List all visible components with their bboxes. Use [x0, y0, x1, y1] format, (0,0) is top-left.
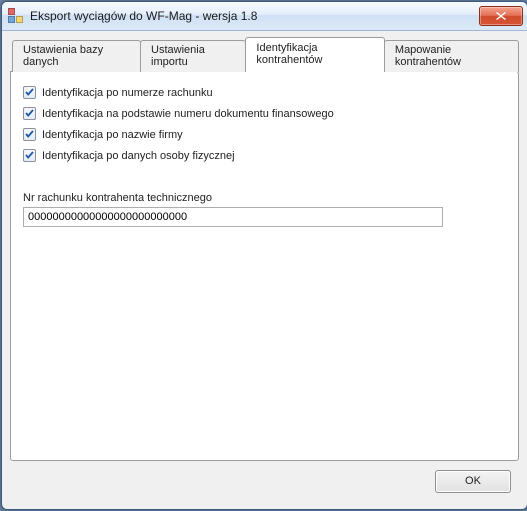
app-icon: [8, 8, 24, 24]
checkbox-label: Identyfikacja na podstawie numeru dokume…: [42, 108, 334, 120]
tab-contractor-identification[interactable]: Identyfikacja kontrahentów: [245, 37, 385, 71]
tab-strip: Ustawienia bazy danych Ustawienia import…: [10, 37, 519, 71]
checkbox-account-number[interactable]: [23, 86, 36, 99]
checkbox-person-data[interactable]: [23, 149, 36, 162]
client-area: Ustawienia bazy danych Ustawienia import…: [2, 31, 527, 509]
close-button[interactable]: [479, 6, 523, 26]
tab-import-settings[interactable]: Ustawienia importu: [140, 40, 246, 72]
close-icon: [496, 12, 506, 20]
account-field-label: Nr rachunku kontrahenta technicznego: [23, 192, 506, 204]
checkbox-label: Identyfikacja po numerze rachunku: [42, 87, 213, 99]
check-row-person-data: Identyfikacja po danych osoby fizycznej: [23, 149, 506, 162]
checkbox-label: Identyfikacja po nazwie firmy: [42, 129, 183, 141]
tab-label: Identyfikacja kontrahentów: [256, 42, 322, 66]
checkmark-icon: [25, 88, 34, 97]
check-row-company-name: Identyfikacja po nazwie firmy: [23, 128, 506, 141]
dialog-footer: OK: [10, 461, 519, 501]
window-title: Eksport wyciągów do WF-Mag - wersja 1.8: [30, 9, 479, 23]
checkmark-icon: [25, 109, 34, 118]
tab-label: Mapowanie kontrahentów: [395, 44, 461, 68]
title-bar: Eksport wyciągów do WF-Mag - wersja 1.8: [2, 2, 527, 31]
main-window: Eksport wyciągów do WF-Mag - wersja 1.8 …: [1, 1, 527, 510]
tab-label: Ustawienia bazy danych: [23, 44, 103, 68]
tab-label: Ustawienia importu: [151, 44, 205, 68]
checkbox-label: Identyfikacja po danych osoby fizycznej: [42, 150, 235, 162]
checkbox-document-number[interactable]: [23, 107, 36, 120]
tab-page-identification: Identyfikacja po numerze rachunku Identy…: [10, 71, 519, 461]
checkmark-icon: [25, 151, 34, 160]
check-row-account-number: Identyfikacja po numerze rachunku: [23, 86, 506, 99]
tab-contractor-mapping[interactable]: Mapowanie kontrahentów: [384, 40, 519, 72]
checkbox-company-name[interactable]: [23, 128, 36, 141]
check-row-document-number: Identyfikacja na podstawie numeru dokume…: [23, 107, 506, 120]
tab-database-settings[interactable]: Ustawienia bazy danych: [12, 40, 141, 72]
ok-button[interactable]: OK: [435, 470, 511, 493]
technical-account-input[interactable]: [23, 207, 443, 227]
checkmark-icon: [25, 130, 34, 139]
